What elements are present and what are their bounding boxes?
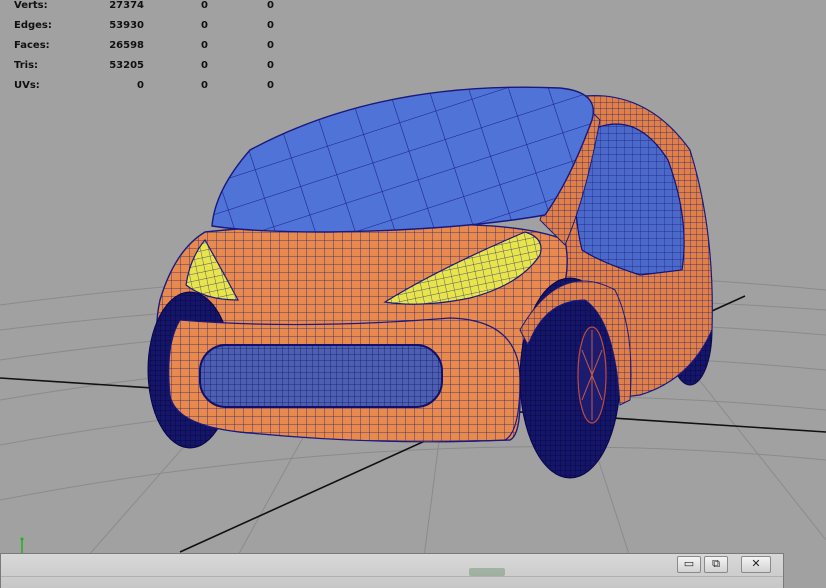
hud-value: 53930	[109, 20, 144, 31]
hud-value: 0	[137, 80, 144, 91]
close-button[interactable]: ✕	[741, 556, 771, 573]
hud-value: 0	[201, 20, 208, 31]
3d-viewport[interactable]: Verts: 27374 0 0 Edges: 53930 0 0 Faces:…	[0, 0, 826, 588]
hud-value: 0	[201, 60, 208, 71]
hud-value: 0	[267, 80, 274, 91]
hud-value: 0	[267, 60, 274, 71]
floating-panel-window[interactable]: ▭ ⧉ ✕	[0, 553, 784, 588]
hud-value: 27374	[109, 0, 144, 11]
hud-label: Faces:	[14, 40, 50, 51]
hud-row-faces: Faces: 26598 0 0	[14, 40, 274, 60]
hud-value: 0	[267, 40, 274, 51]
front-grille	[199, 344, 443, 408]
restore-icon: ⧉	[712, 557, 720, 570]
hud-value: 0	[201, 0, 208, 11]
minimize-button[interactable]: ▭	[677, 556, 701, 573]
hud-row-verts: Verts: 27374 0 0	[14, 0, 274, 20]
hud-value: 53205	[109, 60, 144, 71]
hud-row-uvs: UVs: 0 0 0	[14, 80, 274, 100]
hud-label: Verts:	[14, 0, 48, 11]
hud-label: Tris:	[14, 60, 39, 71]
window-divider	[1, 576, 783, 577]
hud-value: 0	[201, 80, 208, 91]
restore-button[interactable]: ⧉	[704, 556, 728, 573]
windshield	[211, 86, 594, 233]
hud-row-edges: Edges: 53930 0 0	[14, 20, 274, 40]
hud-value: 26598	[109, 40, 144, 51]
hud-label: Edges:	[14, 20, 52, 31]
hud-value: 0	[267, 20, 274, 31]
window-content-blur	[469, 568, 505, 576]
hud-label: UVs:	[14, 80, 40, 91]
hud-value: 0	[201, 40, 208, 51]
close-icon: ✕	[751, 557, 761, 570]
hud-value: 0	[267, 0, 274, 11]
hud-row-tris: Tris: 53205 0 0	[14, 60, 274, 80]
poly-count-hud: Verts: 27374 0 0 Edges: 53930 0 0 Faces:…	[14, 0, 274, 100]
minimize-icon: ▭	[683, 557, 695, 570]
